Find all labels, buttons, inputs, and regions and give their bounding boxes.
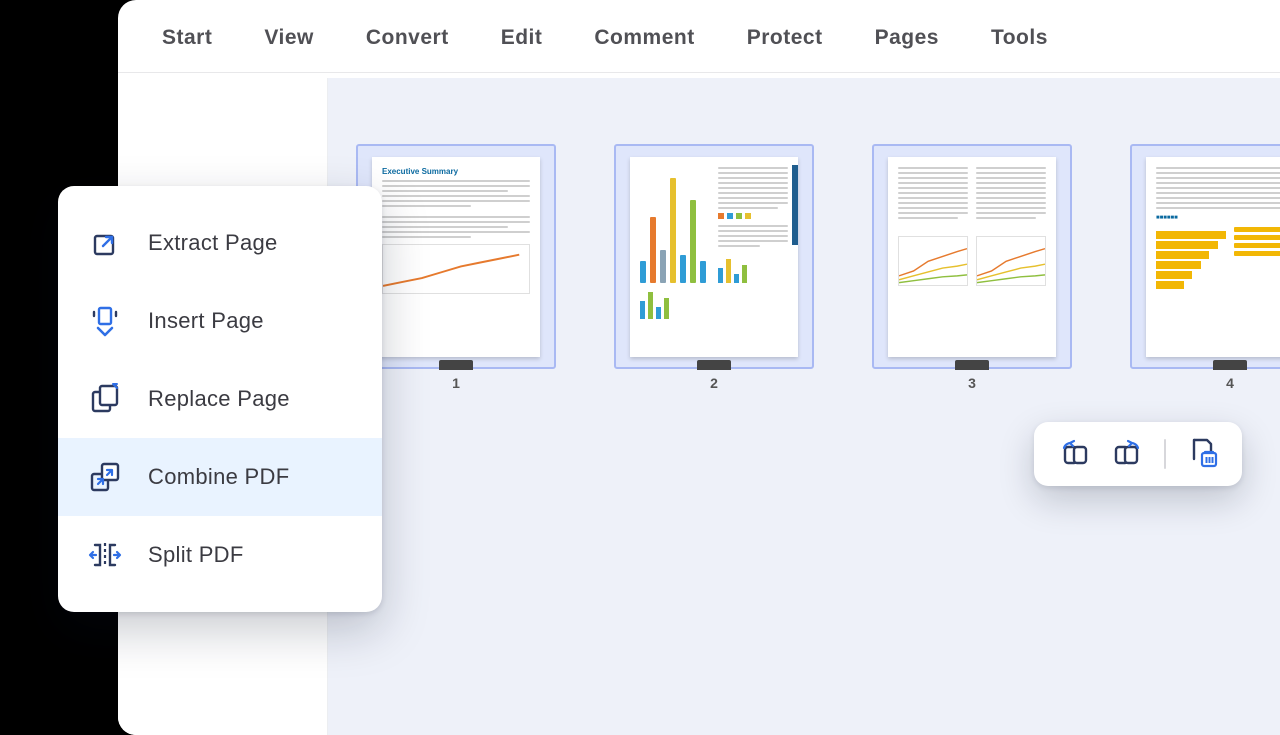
rotate-right-button[interactable] [1110, 436, 1146, 472]
menu-item-split-pdf[interactable]: Split PDF [58, 516, 382, 594]
page-tag-icon [439, 360, 473, 370]
page-number: 3 [872, 369, 1072, 391]
menu-item-start[interactable]: Start [162, 26, 212, 50]
page-thumbnail[interactable]: 3 [872, 144, 1072, 391]
page-tag-icon [955, 360, 989, 370]
page-number: 4 [1130, 369, 1280, 391]
split-pdf-icon [88, 538, 122, 572]
menu-item-protect[interactable]: Protect [747, 26, 823, 50]
page-thumbnail[interactable]: ■■■■■■ [1130, 144, 1280, 391]
bar-chart-icon [640, 289, 710, 319]
page-tag-icon [1213, 360, 1247, 370]
page-number: 2 [614, 369, 814, 391]
bar-chart-icon [640, 173, 710, 283]
menu-item-combine-pdf[interactable]: Combine PDF [58, 438, 382, 516]
insert-page-icon [88, 304, 122, 338]
menu-item-extract-page[interactable]: Extract Page [58, 204, 382, 282]
menu-item-label: Extract Page [148, 230, 278, 256]
extract-page-icon [88, 226, 122, 260]
line-chart-icon [976, 236, 1046, 286]
separator [1164, 439, 1166, 469]
pages-canvas[interactable]: Executive Summary [328, 78, 1280, 735]
delete-page-icon [1185, 435, 1219, 474]
delete-page-button[interactable] [1184, 436, 1220, 472]
rotate-left-button[interactable] [1056, 436, 1092, 472]
menu-item-edit[interactable]: Edit [501, 26, 543, 50]
page-title: Executive Summary [382, 167, 530, 176]
menu-item-replace-page[interactable]: Replace Page [58, 360, 382, 438]
menu-item-comment[interactable]: Comment [594, 26, 694, 50]
pages-context-menu: Extract Page Insert Page Replace Pag [58, 186, 382, 612]
menu-item-tools[interactable]: Tools [991, 26, 1048, 50]
funnel-chart-icon [1156, 231, 1226, 289]
page-tools-toolbar [1034, 422, 1242, 486]
bar-chart-icon [718, 253, 788, 283]
menu-item-convert[interactable]: Convert [366, 26, 449, 50]
menu-item-label: Split PDF [148, 542, 244, 568]
legend-icon [718, 213, 788, 219]
line-chart-icon [382, 244, 530, 294]
page-thumbnail[interactable]: 2 [614, 144, 814, 391]
menu-item-view[interactable]: View [264, 26, 313, 50]
menu-item-label: Replace Page [148, 386, 290, 412]
line-chart-icon [898, 236, 968, 286]
menu-item-label: Combine PDF [148, 464, 289, 490]
menu-bar: Start View Convert Edit Comment Protect … [118, 0, 1280, 73]
page-number: 1 [356, 369, 556, 391]
menu-item-insert-page[interactable]: Insert Page [58, 282, 382, 360]
combine-pdf-icon [88, 460, 122, 494]
page-thumbnail[interactable]: Executive Summary [356, 144, 556, 391]
rotate-right-icon [1111, 435, 1145, 474]
thumbnail-row: Executive Summary [356, 144, 1280, 391]
rotate-left-icon [1057, 435, 1091, 474]
menu-item-label: Insert Page [148, 308, 264, 334]
page-tag-icon [697, 360, 731, 370]
menu-item-pages[interactable]: Pages [875, 26, 939, 50]
replace-page-icon [88, 382, 122, 416]
